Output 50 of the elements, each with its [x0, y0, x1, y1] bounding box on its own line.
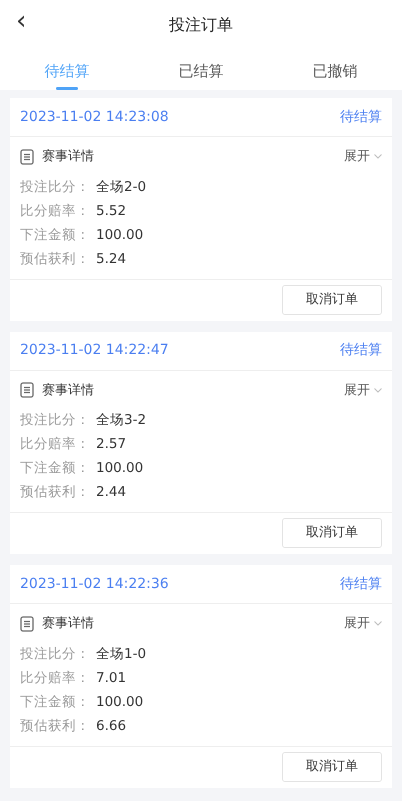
- field-label: 比分赔率：: [20, 668, 91, 688]
- field-label: 下注金额：: [20, 226, 91, 244]
- field-value: 5.24: [96, 250, 126, 268]
- order-time: 2023-11-02 14:23:08: [20, 108, 169, 126]
- back-button[interactable]: ‹: [12, 8, 30, 34]
- field-value: 6.66: [96, 716, 126, 736]
- field-value: 100.00: [96, 692, 144, 712]
- section-title: 赛事详情: [42, 148, 94, 166]
- order-time: 2023-11-02 14:22:47: [20, 341, 169, 360]
- field-value: 5.52: [96, 202, 126, 220]
- field-value: 2.57: [96, 435, 126, 454]
- tab-underline: [56, 87, 78, 90]
- cancel-order-button[interactable]: 取消订单: [282, 284, 382, 314]
- document-icon: [20, 148, 34, 165]
- field-label: 预估获利：: [20, 250, 91, 268]
- field-label: 投注比分：: [20, 411, 91, 430]
- cancel-order-button[interactable]: 取消订单: [282, 518, 382, 548]
- field-label: 比分赔率：: [20, 202, 91, 220]
- field-value: 全场1-0: [96, 644, 146, 664]
- tab[interactable]: 已撤销: [312, 60, 358, 90]
- field-value: 100.00: [96, 226, 144, 244]
- field-value: 7.01: [96, 668, 126, 688]
- field-label: 下注金额：: [20, 459, 91, 478]
- field-label: 预估获利：: [20, 483, 91, 502]
- order-time: 2023-11-02 14:22:36: [20, 574, 169, 594]
- document-icon: [20, 382, 34, 398]
- tab[interactable]: 已结算: [178, 60, 224, 90]
- expand-toggle[interactable]: 展开: [344, 614, 382, 634]
- section-title: 赛事详情: [42, 382, 94, 400]
- document-icon: [20, 616, 34, 632]
- field-label: 下注金额：: [20, 692, 91, 712]
- field-label: 投注比分：: [20, 644, 91, 664]
- chevron-down-icon: [374, 621, 382, 626]
- field-value: 2.44: [96, 483, 126, 502]
- field-value: 全场2-0: [96, 178, 146, 196]
- page-title: 投注订单: [169, 14, 233, 36]
- field-value: 100.00: [96, 459, 144, 478]
- expand-toggle[interactable]: 展开: [344, 147, 382, 166]
- order-status: 待结算: [340, 574, 382, 594]
- section-title: 赛事详情: [42, 615, 94, 633]
- expand-toggle[interactable]: 展开: [344, 380, 382, 400]
- order-status: 待结算: [340, 341, 382, 360]
- order-status: 待结算: [340, 108, 382, 126]
- field-label: 比分赔率：: [20, 435, 91, 454]
- field-label: 预估获利：: [20, 716, 91, 736]
- chevron-down-icon: [374, 154, 382, 160]
- cancel-order-button[interactable]: 取消订单: [282, 752, 382, 782]
- chevron-down-icon: [374, 388, 382, 393]
- field-label: 投注比分：: [20, 178, 91, 196]
- field-value: 全场3-2: [96, 411, 146, 430]
